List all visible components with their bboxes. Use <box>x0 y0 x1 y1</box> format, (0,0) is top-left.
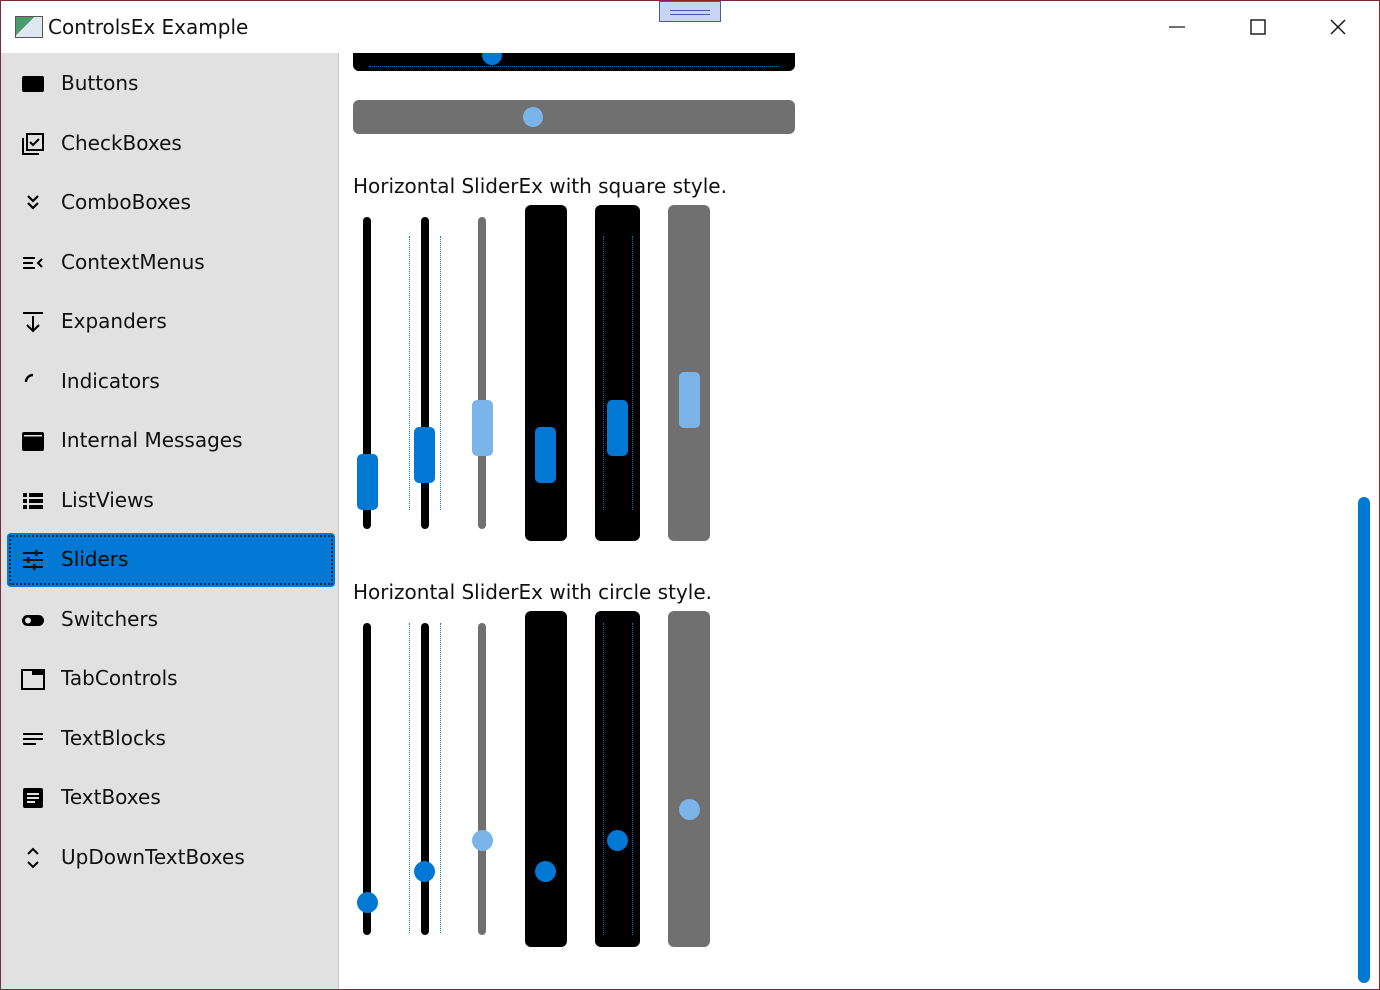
text-lines-icon <box>23 733 43 745</box>
sidebar-item-label: ContextMenus <box>61 250 205 274</box>
slider-thumb[interactable] <box>482 53 502 65</box>
slider-thumb[interactable] <box>607 400 628 456</box>
sidebar-item-checkboxes[interactable]: CheckBoxes <box>7 117 335 171</box>
sidebar-item-label: CheckBoxes <box>61 131 182 155</box>
sidebar-item-buttons[interactable]: Buttons <box>7 57 335 111</box>
vertical-slider-square-4[interactable] <box>525 205 567 541</box>
minimize-icon <box>1169 26 1185 28</box>
sidebar-item-label: Switchers <box>61 607 159 631</box>
window-title: ControlsEx Example <box>48 15 249 39</box>
sidebar-item-comboboxes[interactable]: ComboBoxes <box>7 176 335 230</box>
list-icon <box>23 493 43 509</box>
slider-thumb[interactable] <box>357 892 378 913</box>
sidebar-item-updowntextboxes[interactable]: UpDownTextBoxes <box>7 831 335 885</box>
sidebar-item-listviews[interactable]: ListViews <box>7 474 335 528</box>
tab-icon <box>21 669 45 690</box>
slider-thumb[interactable] <box>357 454 378 510</box>
arrow-collapse-down-icon <box>23 312 43 333</box>
sidebar-item-label: Sliders <box>61 547 129 571</box>
slider-thumb[interactable] <box>414 427 435 483</box>
slider-thumb[interactable] <box>472 830 493 851</box>
sidebar-item-textboxes[interactable]: TextBoxes <box>7 771 335 825</box>
main-content: Horizontal SliderEx with square style. H… <box>339 53 1379 989</box>
sidebar-item-contextmenus[interactable]: ContextMenus <box>7 236 335 290</box>
slider-thumb[interactable] <box>607 830 628 851</box>
sidebar-item-label: ComboBoxes <box>61 190 191 214</box>
focus-rectangle <box>369 66 779 67</box>
slider-thumb[interactable] <box>414 861 435 882</box>
text-box-icon <box>23 788 43 808</box>
close-icon <box>1330 19 1346 35</box>
sidebar-nav: Buttons CheckBoxes ComboBoxes ContextMen… <box>1 53 339 989</box>
sidebar-item-tabcontrols[interactable]: TabControls <box>7 652 335 706</box>
circle-section-title: Horizontal SliderEx with circle style. <box>353 580 712 604</box>
slider-thumb[interactable] <box>679 372 700 428</box>
close-button[interactable] <box>1298 1 1378 53</box>
sidebar-item-label: TabControls <box>61 666 178 690</box>
sidebar-item-label: Expanders <box>61 309 167 333</box>
focus-rectangle <box>603 236 633 510</box>
sidebar-item-label: Indicators <box>61 369 160 393</box>
vertical-slider-circle-4[interactable] <box>525 611 567 947</box>
loading-arc-icon <box>24 373 34 383</box>
tune-icon <box>23 550 43 570</box>
toggle-icon <box>22 615 44 626</box>
maximize-icon <box>1250 19 1266 35</box>
sidebar-item-label: UpDownTextBoxes <box>61 845 245 869</box>
sidebar-item-sliders[interactable]: Sliders <box>7 533 335 587</box>
title-bar[interactable]: ControlsEx Example <box>1 1 1379 53</box>
app-window: ControlsEx Example Buttons CheckBoxes Co… <box>0 0 1380 990</box>
vertical-slider-circle-3[interactable] <box>478 623 486 935</box>
slider-thumb[interactable] <box>679 799 700 820</box>
square-section-title: Horizontal SliderEx with square style. <box>353 174 727 198</box>
app-icon <box>15 16 43 38</box>
vertical-slider-circle-1[interactable] <box>363 623 371 935</box>
menu-open-icon <box>23 257 43 269</box>
sidebar-item-label: Internal Messages <box>61 428 243 452</box>
vertical-slider-circle-2[interactable] <box>421 623 429 935</box>
horizontal-slider-gray[interactable] <box>353 100 795 134</box>
sidebar-item-textblocks[interactable]: TextBlocks <box>7 712 335 766</box>
minimize-button[interactable] <box>1137 1 1217 53</box>
checkbox-icon <box>22 133 44 155</box>
slider-thumb[interactable] <box>523 107 543 127</box>
sidebar-item-switchers[interactable]: Switchers <box>7 593 335 647</box>
horizontal-slider-black-focused[interactable] <box>353 53 795 71</box>
button-icon <box>22 76 44 92</box>
vertical-scrollbar-thumb[interactable] <box>1358 497 1370 983</box>
sidebar-item-label: TextBlocks <box>61 726 166 750</box>
focus-rectangle <box>603 623 633 935</box>
sidebar-item-internal-messages[interactable]: Internal Messages <box>7 414 335 468</box>
message-window-icon <box>22 432 44 451</box>
slider-thumb[interactable] <box>535 427 556 483</box>
maximize-button[interactable] <box>1218 1 1298 53</box>
sidebar-item-expanders[interactable]: Expanders <box>7 295 335 349</box>
vertical-slider-square-3[interactable] <box>478 217 486 529</box>
chevron-double-down-icon <box>27 195 39 210</box>
sidebar-item-label: ListViews <box>61 488 154 512</box>
drag-handle[interactable] <box>659 1 721 22</box>
sidebar-item-label: TextBoxes <box>61 785 161 809</box>
sidebar-item-label: Buttons <box>61 71 139 95</box>
vertical-slider-circle-6[interactable] <box>668 611 710 947</box>
sidebar-item-indicators[interactable]: Indicators <box>7 355 335 409</box>
slider-thumb[interactable] <box>472 400 493 456</box>
unfold-icon <box>27 847 39 869</box>
slider-thumb[interactable] <box>535 861 556 882</box>
